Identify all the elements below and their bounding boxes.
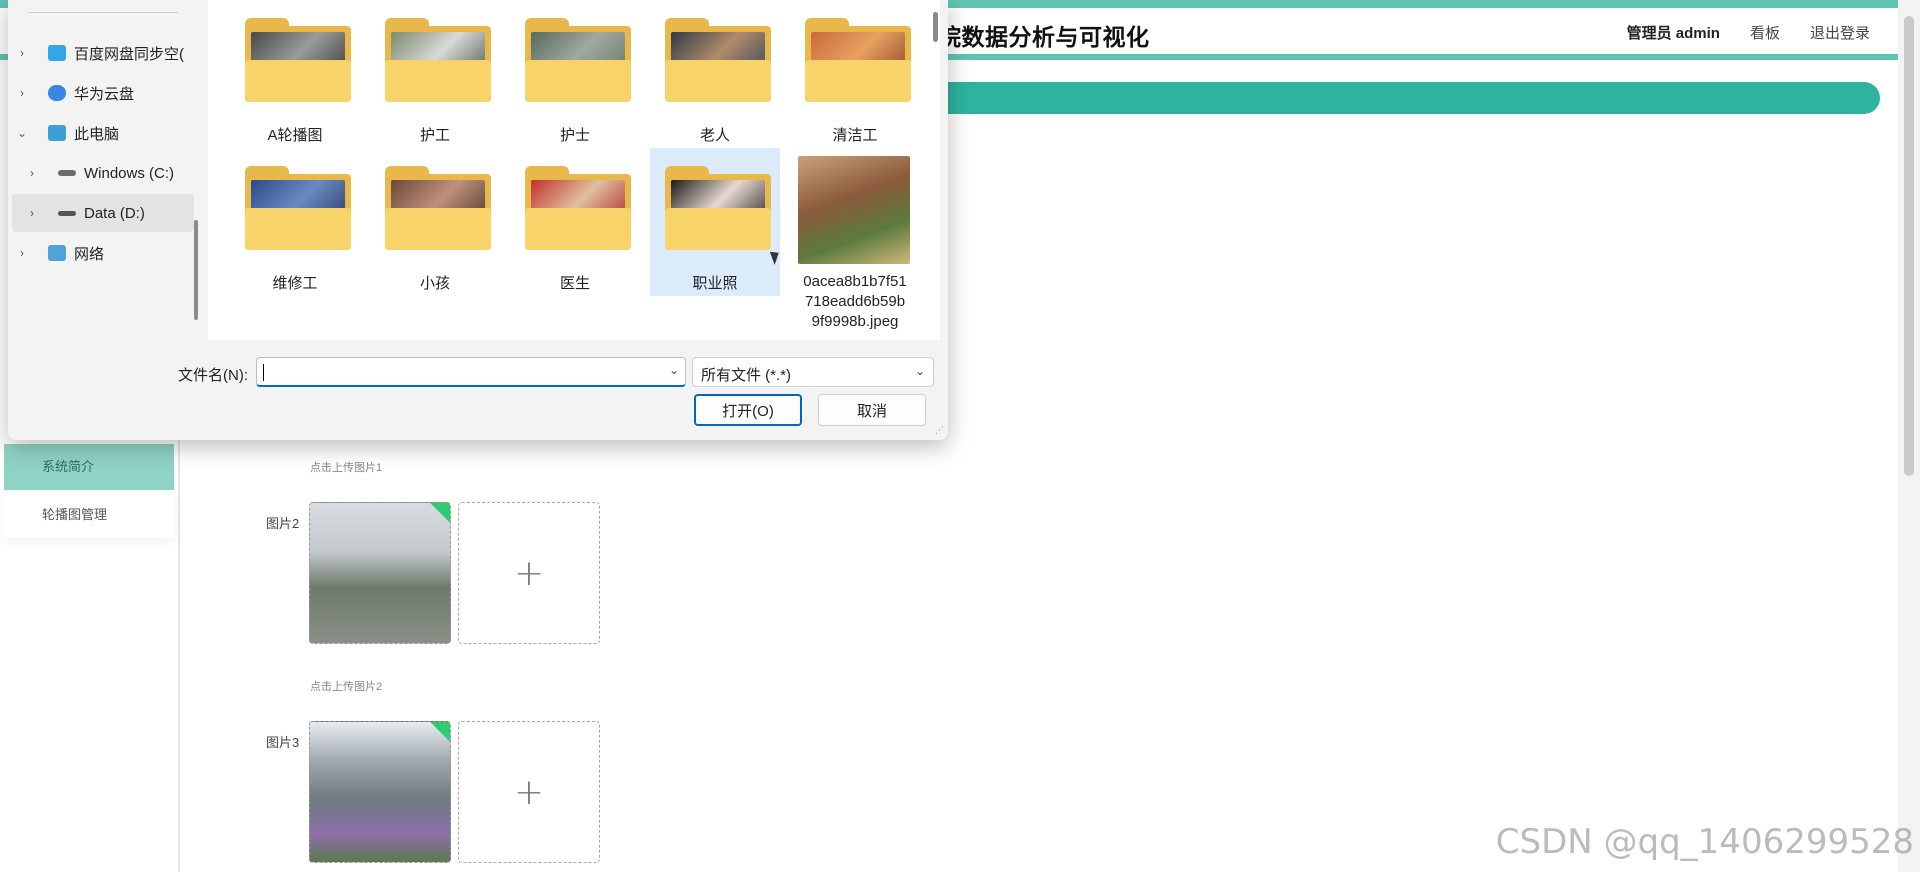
file-pane-scrollbar[interactable] bbox=[933, 12, 938, 42]
folder-icon bbox=[385, 166, 491, 250]
chevron-right-icon[interactable]: › bbox=[22, 206, 42, 220]
admin-user-label[interactable]: 管理员 admin bbox=[1627, 22, 1720, 43]
app-title: 院数据分析与可视化 bbox=[938, 25, 1150, 51]
network-icon bbox=[48, 245, 66, 261]
page-scrollbar-thumb[interactable] bbox=[1904, 16, 1914, 476]
folder-icon bbox=[805, 18, 911, 102]
chevron-right-icon[interactable]: › bbox=[12, 86, 32, 100]
nav-item-label: 华为云盘 bbox=[74, 85, 135, 103]
file-name: 护工 bbox=[419, 127, 450, 144]
cancel-button[interactable]: 取消 bbox=[818, 394, 926, 426]
chevron-down-icon[interactable]: ⌄ bbox=[12, 126, 32, 140]
file-name: 护士 bbox=[559, 127, 590, 144]
image3-upload-button[interactable]: + bbox=[458, 721, 600, 863]
file-open-dialog: › 百度网盘同步空( › 华为云盘 ⌄ 此电脑 › Windows (C:) ›… bbox=[8, 0, 948, 440]
nav-item-label: 网络 bbox=[74, 245, 105, 263]
nav-item-network[interactable]: › 网络 bbox=[12, 234, 192, 272]
folder-icon bbox=[665, 18, 771, 102]
navigation-pane: › 百度网盘同步空( › 华为云盘 ⌄ 此电脑 › Windows (C:) ›… bbox=[8, 0, 200, 340]
image2-label: 图片2 bbox=[266, 516, 300, 531]
image-thumbnail bbox=[798, 156, 910, 264]
folder-icon bbox=[245, 166, 351, 250]
sidebar-item-carousel-management[interactable]: 轮播图管理 bbox=[4, 492, 174, 538]
plus-icon: + bbox=[513, 771, 545, 813]
file-type-filter[interactable]: 所有文件 (*.*) ⌄ bbox=[692, 357, 934, 387]
nav-item-label: 此电脑 bbox=[74, 125, 120, 143]
file-list-pane: A轮播图 护工 护士 老人 清洁工 维修工 小孩 医生 职业照 0acea8b1… bbox=[208, 0, 940, 340]
nav-item-this-pc[interactable]: ⌄ 此电脑 bbox=[12, 114, 192, 152]
chevron-right-icon[interactable]: › bbox=[12, 246, 32, 260]
folder-item[interactable]: 清洁工 bbox=[790, 0, 920, 148]
folder-icon bbox=[385, 18, 491, 102]
chevron-right-icon[interactable]: › bbox=[12, 46, 32, 60]
folder-item-selected[interactable]: 职业照 bbox=[650, 148, 780, 296]
image2-thumbnail[interactable] bbox=[309, 502, 451, 644]
file-name: A轮播图 bbox=[267, 127, 323, 144]
folder-icon bbox=[245, 18, 351, 102]
filename-label: 文件名(N): bbox=[178, 367, 248, 384]
nav-item-baidu[interactable]: › 百度网盘同步空( bbox=[12, 34, 192, 72]
folder-item[interactable]: 维修工 bbox=[230, 148, 360, 296]
nav-item-huawei[interactable]: › 华为云盘 bbox=[12, 74, 192, 112]
file-name: 老人 bbox=[699, 127, 730, 144]
chevron-right-icon[interactable]: › bbox=[22, 166, 42, 180]
file-name: 清洁工 bbox=[832, 127, 878, 144]
image-file-item[interactable]: 0acea8b1b7f51 718eadd6b59b 9f9998b.jpeg bbox=[790, 156, 920, 330]
image3-label: 图片3 bbox=[266, 735, 300, 750]
file-name: 维修工 bbox=[272, 275, 318, 292]
nav-item-label: 百度网盘同步空( bbox=[74, 45, 184, 63]
file-name: 医生 bbox=[559, 275, 590, 292]
nav-item-label: Windows (C:) bbox=[84, 164, 175, 182]
folder-item[interactable]: 医生 bbox=[510, 148, 640, 296]
drive-icon bbox=[58, 170, 76, 176]
nav-item-drive-d[interactable]: › Data (D:) bbox=[12, 194, 194, 232]
folder-item[interactable]: 护士 bbox=[510, 0, 640, 148]
file-name: 小孩 bbox=[419, 275, 450, 292]
folder-item[interactable]: 老人 bbox=[650, 0, 780, 148]
file-type-value: 所有文件 (*.*) bbox=[701, 367, 792, 384]
file-name: 0acea8b1b7f51 718eadd6b59b 9f9998b.jpeg bbox=[803, 273, 907, 330]
baidu-cloud-icon bbox=[48, 45, 66, 61]
nav-pane-scrollbar[interactable] bbox=[194, 220, 198, 320]
top-nav: 管理员 admin 看板 退出登录 bbox=[1627, 22, 1870, 43]
chevron-down-icon: ⌄ bbox=[914, 364, 925, 378]
upload-hint-2: 点击上传图片2 bbox=[310, 681, 383, 693]
image2-upload-button[interactable]: + bbox=[458, 502, 600, 644]
resize-grip-icon[interactable]: ⋰ bbox=[935, 425, 944, 436]
folder-icon bbox=[665, 166, 771, 250]
divider bbox=[28, 12, 178, 13]
image3-thumbnail[interactable] bbox=[309, 721, 451, 863]
sidebar-item-system-intro[interactable]: 系统简介 bbox=[4, 444, 174, 490]
huawei-cloud-icon bbox=[48, 85, 66, 101]
upload-hint-1: 点击上传图片1 bbox=[310, 462, 383, 474]
watermark: CSDN @qq_1406299528 bbox=[1495, 822, 1914, 862]
folder-item[interactable]: A轮播图 bbox=[230, 0, 360, 148]
page-banner bbox=[930, 82, 1880, 114]
folder-item[interactable]: 护工 bbox=[370, 0, 500, 148]
filename-input[interactable]: ⌄ bbox=[256, 357, 686, 387]
page-scrollbar[interactable] bbox=[1898, 0, 1920, 872]
file-name: 职业照 bbox=[692, 275, 738, 292]
chevron-down-icon[interactable]: ⌄ bbox=[669, 363, 679, 377]
drive-icon bbox=[58, 210, 76, 216]
nav-item-label: Data (D:) bbox=[84, 204, 145, 222]
plus-icon: + bbox=[513, 552, 545, 594]
folder-icon bbox=[525, 18, 631, 102]
uploaded-check-badge bbox=[430, 503, 450, 523]
nav-item-drive-c[interactable]: › Windows (C:) bbox=[22, 154, 202, 192]
uploaded-check-badge bbox=[430, 722, 450, 742]
this-pc-icon bbox=[48, 125, 66, 141]
folder-icon bbox=[525, 166, 631, 250]
folder-item[interactable]: 小孩 bbox=[370, 148, 500, 296]
dashboard-link[interactable]: 看板 bbox=[1750, 22, 1780, 43]
text-caret bbox=[263, 364, 264, 381]
logout-link[interactable]: 退出登录 bbox=[1810, 22, 1870, 43]
open-button[interactable]: 打开(O) bbox=[694, 394, 802, 426]
